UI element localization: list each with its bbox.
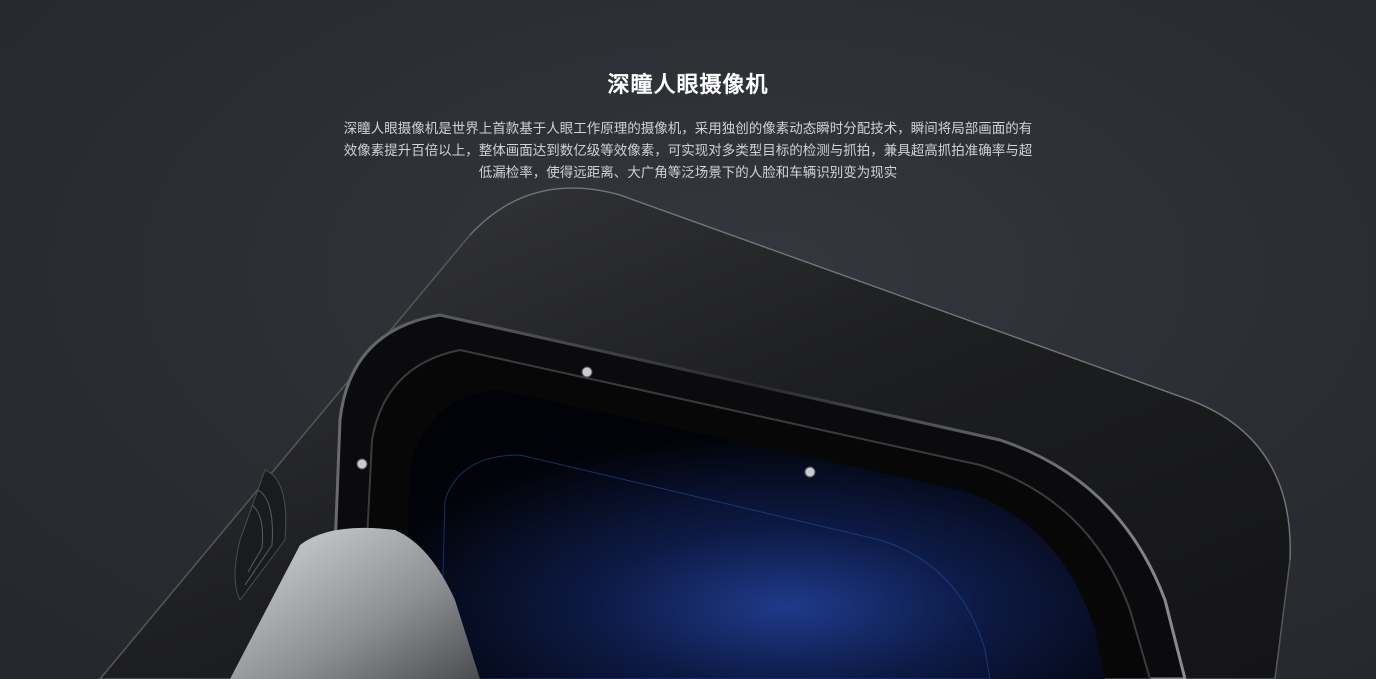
section-title: 深瞳人眼摄像机 [607, 73, 769, 98]
section-description: 深瞳人眼摄像机是世界上首款基于人眼工作原理的摄像机，采用独创的像素动态瞬时分配技… [343, 121, 1033, 181]
intro-text-block: 深瞳人眼摄像机 深瞳人眼摄像机是世界上首款基于人眼工作原理的摄像机，采用独创的像… [0, 0, 1376, 184]
product-showcase-section: 深瞳人眼摄像机 深瞳人眼摄像机是世界上首款基于人眼工作原理的摄像机，采用独创的像… [0, 0, 1376, 679]
